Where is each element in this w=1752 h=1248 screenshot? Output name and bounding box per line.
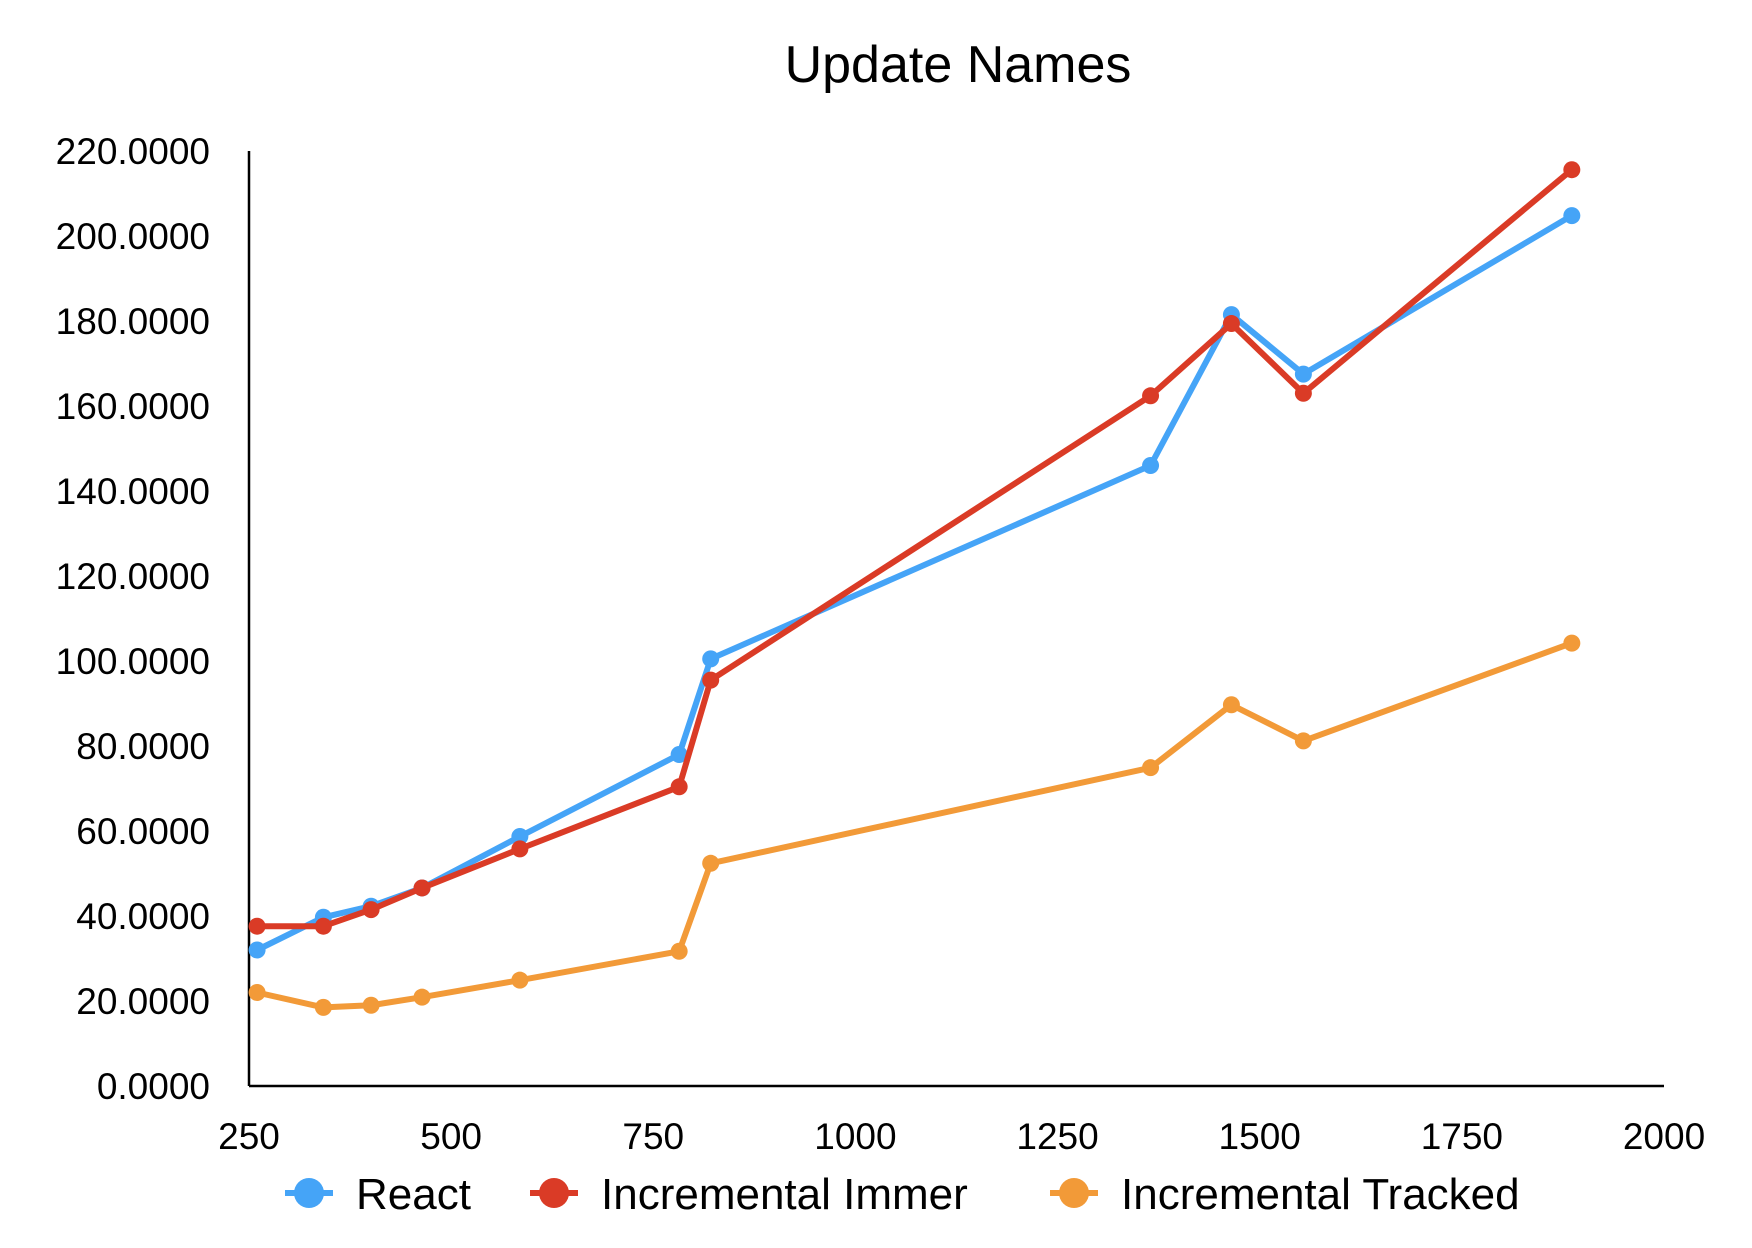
legend: React Incremental Immer Incremental Tracke…: [285, 1170, 1520, 1219]
legend-marker-icon: [539, 1178, 569, 1208]
x-axis-ticks: 250 500 750 1000 1250 1500 1750 2000: [218, 1116, 1705, 1157]
data-point: [248, 917, 266, 935]
data-point: [1563, 161, 1581, 179]
series-layer: [248, 161, 1581, 1016]
x-tick-label: 500: [420, 1116, 482, 1157]
y-tick-label: 200.0000: [56, 216, 210, 257]
y-tick-label: 220.0000: [56, 131, 210, 172]
data-point: [1563, 634, 1581, 652]
y-tick-label: 20.0000: [76, 981, 210, 1022]
series-line: [254, 166, 1575, 930]
data-point: [1222, 696, 1240, 714]
y-tick-label: 140.0000: [56, 471, 210, 512]
data-point: [702, 854, 720, 872]
x-tick-label: 250: [218, 1116, 280, 1157]
y-axis-ticks: 0.0000 20.0000 40.0000 60.0000 80.0000 100.00…: [56, 131, 210, 1107]
y-tick-label: 120.0000: [56, 556, 210, 597]
legend-label: React: [356, 1170, 471, 1219]
x-tick-label: 1250: [1016, 1116, 1098, 1157]
data-point: [314, 917, 332, 935]
data-point: [314, 998, 332, 1016]
data-point: [1294, 384, 1312, 402]
data-point: [413, 879, 431, 897]
x-tick-label: 1500: [1219, 1116, 1301, 1157]
y-tick-label: 40.0000: [76, 896, 210, 937]
data-point: [1294, 732, 1312, 750]
x-tick-label: 1750: [1421, 1116, 1503, 1157]
data-point: [670, 942, 688, 960]
legend-marker-icon: [1059, 1178, 1089, 1208]
y-tick-label: 180.0000: [56, 301, 210, 342]
data-point: [702, 671, 720, 689]
legend-item: Incremental Tracked: [1050, 1170, 1520, 1219]
data-point: [362, 901, 380, 919]
series-react: [248, 207, 1581, 959]
data-point: [362, 996, 380, 1014]
legend-label: Incremental Immer: [601, 1170, 968, 1219]
chart-title: Update Names: [785, 36, 1132, 94]
y-tick-label: 100.0000: [56, 641, 210, 682]
data-point: [413, 988, 431, 1006]
y-tick-label: 60.0000: [76, 811, 210, 852]
data-point: [1142, 387, 1160, 405]
series-incremental-tracked: [248, 634, 1581, 1016]
data-point: [1142, 759, 1160, 777]
data-point: [511, 971, 529, 989]
data-point: [1563, 207, 1581, 225]
data-point: [1142, 457, 1160, 474]
series-line: [254, 640, 1575, 1011]
x-tick-label: 2000: [1623, 1116, 1705, 1157]
data-point: [248, 941, 266, 959]
legend-marker-icon: [294, 1178, 324, 1208]
y-tick-label: 80.0000: [76, 726, 210, 767]
y-tick-label: 160.0000: [56, 386, 210, 427]
legend-item: React: [285, 1170, 471, 1219]
legend-item: Incremental Immer: [530, 1170, 968, 1219]
data-point: [248, 984, 266, 1001]
data-point: [1222, 315, 1240, 333]
data-point: [1294, 365, 1312, 383]
x-tick-label: 1000: [814, 1116, 896, 1157]
data-point: [702, 650, 720, 668]
series-line: [254, 212, 1575, 953]
y-tick-label: 0.0000: [97, 1066, 210, 1107]
data-point: [670, 778, 688, 796]
line-chart: Update Names 0.0000 20.0000 40.0000 60.0000…: [56, 36, 1705, 1219]
legend-label: Incremental Tracked: [1121, 1170, 1520, 1219]
x-tick-label: 750: [622, 1116, 684, 1157]
data-point: [511, 840, 529, 858]
